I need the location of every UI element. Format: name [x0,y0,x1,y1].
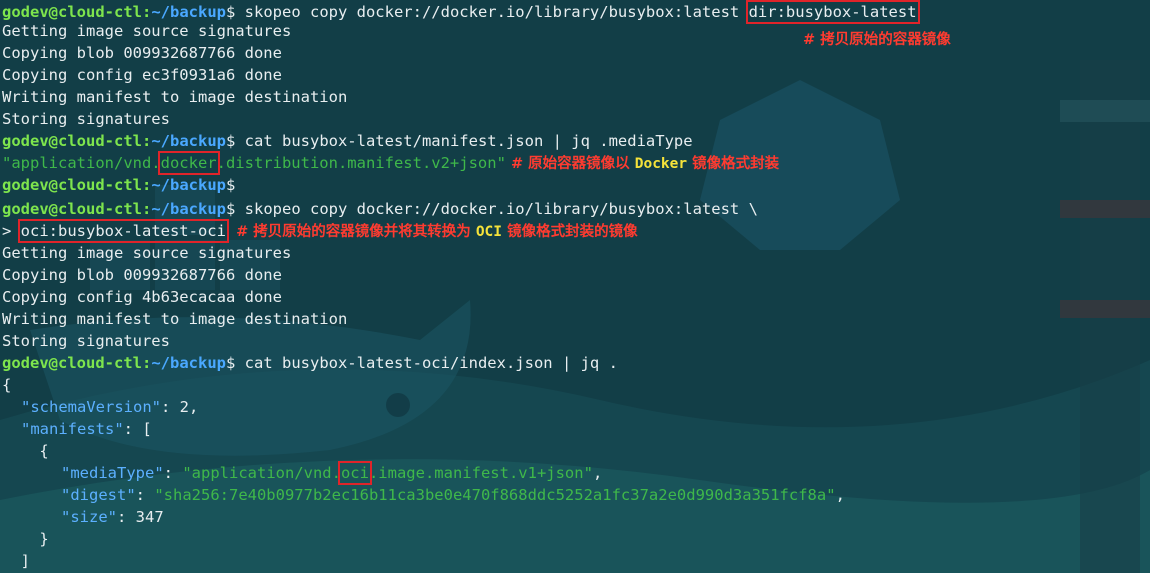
string-prefix: "application/vnd. [2,154,161,172]
prompt-separator: : [141,3,152,21]
annotation-docker-format-tail: 镜像格式封装 [687,156,780,172]
output-line: Copying config ec3f0931a6 done [2,66,282,84]
prompt-path: ~/backup [151,132,226,150]
json-colon: : [135,486,155,504]
output-line: Storing signatures [2,332,170,350]
prompt-separator: : [141,354,152,372]
output-line: Copying blob 009932687766 done [2,44,282,62]
highlight-oci-destination: oci:busybox-latest-oci [17,219,229,243]
json-inner-close: } [2,530,49,548]
output-line: Writing manifest to image destination [2,88,348,106]
prompt-separator: : [141,200,152,218]
string-suffix: .image.manifest.v1+json" [368,464,593,482]
json-value: : [ [123,420,152,438]
prompt-user-host: godev@cloud-ctl [2,354,142,372]
continuation-line: > oci:busybox-latest-oci # 拷贝原始的容器镜像并将其转… [2,219,638,243]
command-line-cat-manifest: godev@cloud-ctl:~/backup$ cat busybox-la… [2,130,693,152]
string-suffix: .distribution.manifest.v2+json" [216,154,506,172]
json-size: "size": 347 [61,506,164,528]
output-line: Getting image source signatures [2,244,292,262]
json-inner-open: { [2,442,49,460]
prompt-user-host: godev@cloud-ctl [2,200,142,218]
annotation-docker-format: # 原始容器镜像以 [505,156,635,172]
empty-prompt-line: godev@cloud-ctl:~/backup$ [2,174,235,196]
command-line-cat-index: godev@cloud-ctl:~/backup$ cat busybox-la… [2,352,618,374]
annotation-docker-word: Docker [634,156,688,172]
json-value: : 347 [117,508,164,526]
command-text: cat busybox-latest/manifest.json | jq .m… [235,132,693,150]
continuation-prompt: > [2,222,21,240]
prompt-path: ~/backup [151,3,226,21]
command-text: cat busybox-latest-oci/index.json | jq . [235,354,618,372]
json-manifests: "manifests": [ [21,418,152,440]
output-line: Getting image source signatures [2,22,292,40]
command-line-skopeo-oci: godev@cloud-ctl:~/backup$ skopeo copy do… [2,198,758,220]
output-line: Storing signatures [2,110,170,128]
prompt-user-host: godev@cloud-ctl [2,3,142,21]
json-colon: : [163,464,183,482]
highlight-oci: oci [337,461,372,485]
media-type-output: "application/vnd.docker.distribution.man… [2,151,780,175]
json-open-brace: { [2,376,12,394]
json-key: "size" [61,508,117,526]
prompt-dollar: $ [225,200,236,218]
json-array-close: ] [2,552,30,570]
prompt-dollar: $ [225,176,236,194]
annotation-convert-oci: # 拷贝原始的容器镜像并将其转换为 [225,224,476,240]
prompt-user-host: godev@cloud-ctl [2,176,142,194]
command-text: skopeo copy docker://docker.io/library/b… [235,200,758,218]
prompt-dollar: $ [225,132,236,150]
json-media-type: "mediaType": "application/vnd.oci.image.… [61,461,603,485]
json-digest: "digest": "sha256:7e40b0977b2ec16b11ca3b… [61,484,845,506]
prompt-dollar: $ [225,3,236,21]
prompt-separator: : [141,176,152,194]
json-comma: , [835,486,845,504]
prompt-path: ~/backup [151,200,226,218]
json-comma: , [592,464,603,482]
annotation-convert-oci-tail: 镜像格式封装的镜像 [502,224,638,240]
terminal-output[interactable]: godev@cloud-ctl:~/backup$ skopeo copy do… [0,0,1150,573]
highlight-dir-destination: dir:busybox-latest [745,0,920,24]
highlight-docker: docker [157,151,220,175]
annotation-copy-original: # 拷贝原始的容器镜像 [803,32,951,48]
json-digest-value: "sha256:7e40b0977b2ec16b11ca3be0e470f868… [154,486,836,504]
output-line: Copying blob 009932687766 done [2,266,282,284]
output-line: Writing manifest to image destination [2,310,348,328]
prompt-path: ~/backup [151,176,226,194]
output-line: Copying config 4b63ecacaa done [2,288,282,306]
prompt-separator: : [141,132,152,150]
prompt-dollar: $ [225,354,236,372]
json-value: : 2, [160,398,199,416]
json-key: "schemaVersion" [21,398,161,416]
prompt-path: ~/backup [151,354,226,372]
json-key: "digest" [61,486,136,504]
json-key: "mediaType" [61,464,164,482]
command-text: skopeo copy docker://docker.io/library/b… [235,3,749,21]
json-schema-version: "schemaVersion": 2, [21,396,198,418]
prompt-user-host: godev@cloud-ctl [2,132,142,150]
string-prefix: "application/vnd. [182,464,341,482]
json-key: "manifests" [21,420,124,438]
annotation-oci-word: OCI [475,224,503,240]
